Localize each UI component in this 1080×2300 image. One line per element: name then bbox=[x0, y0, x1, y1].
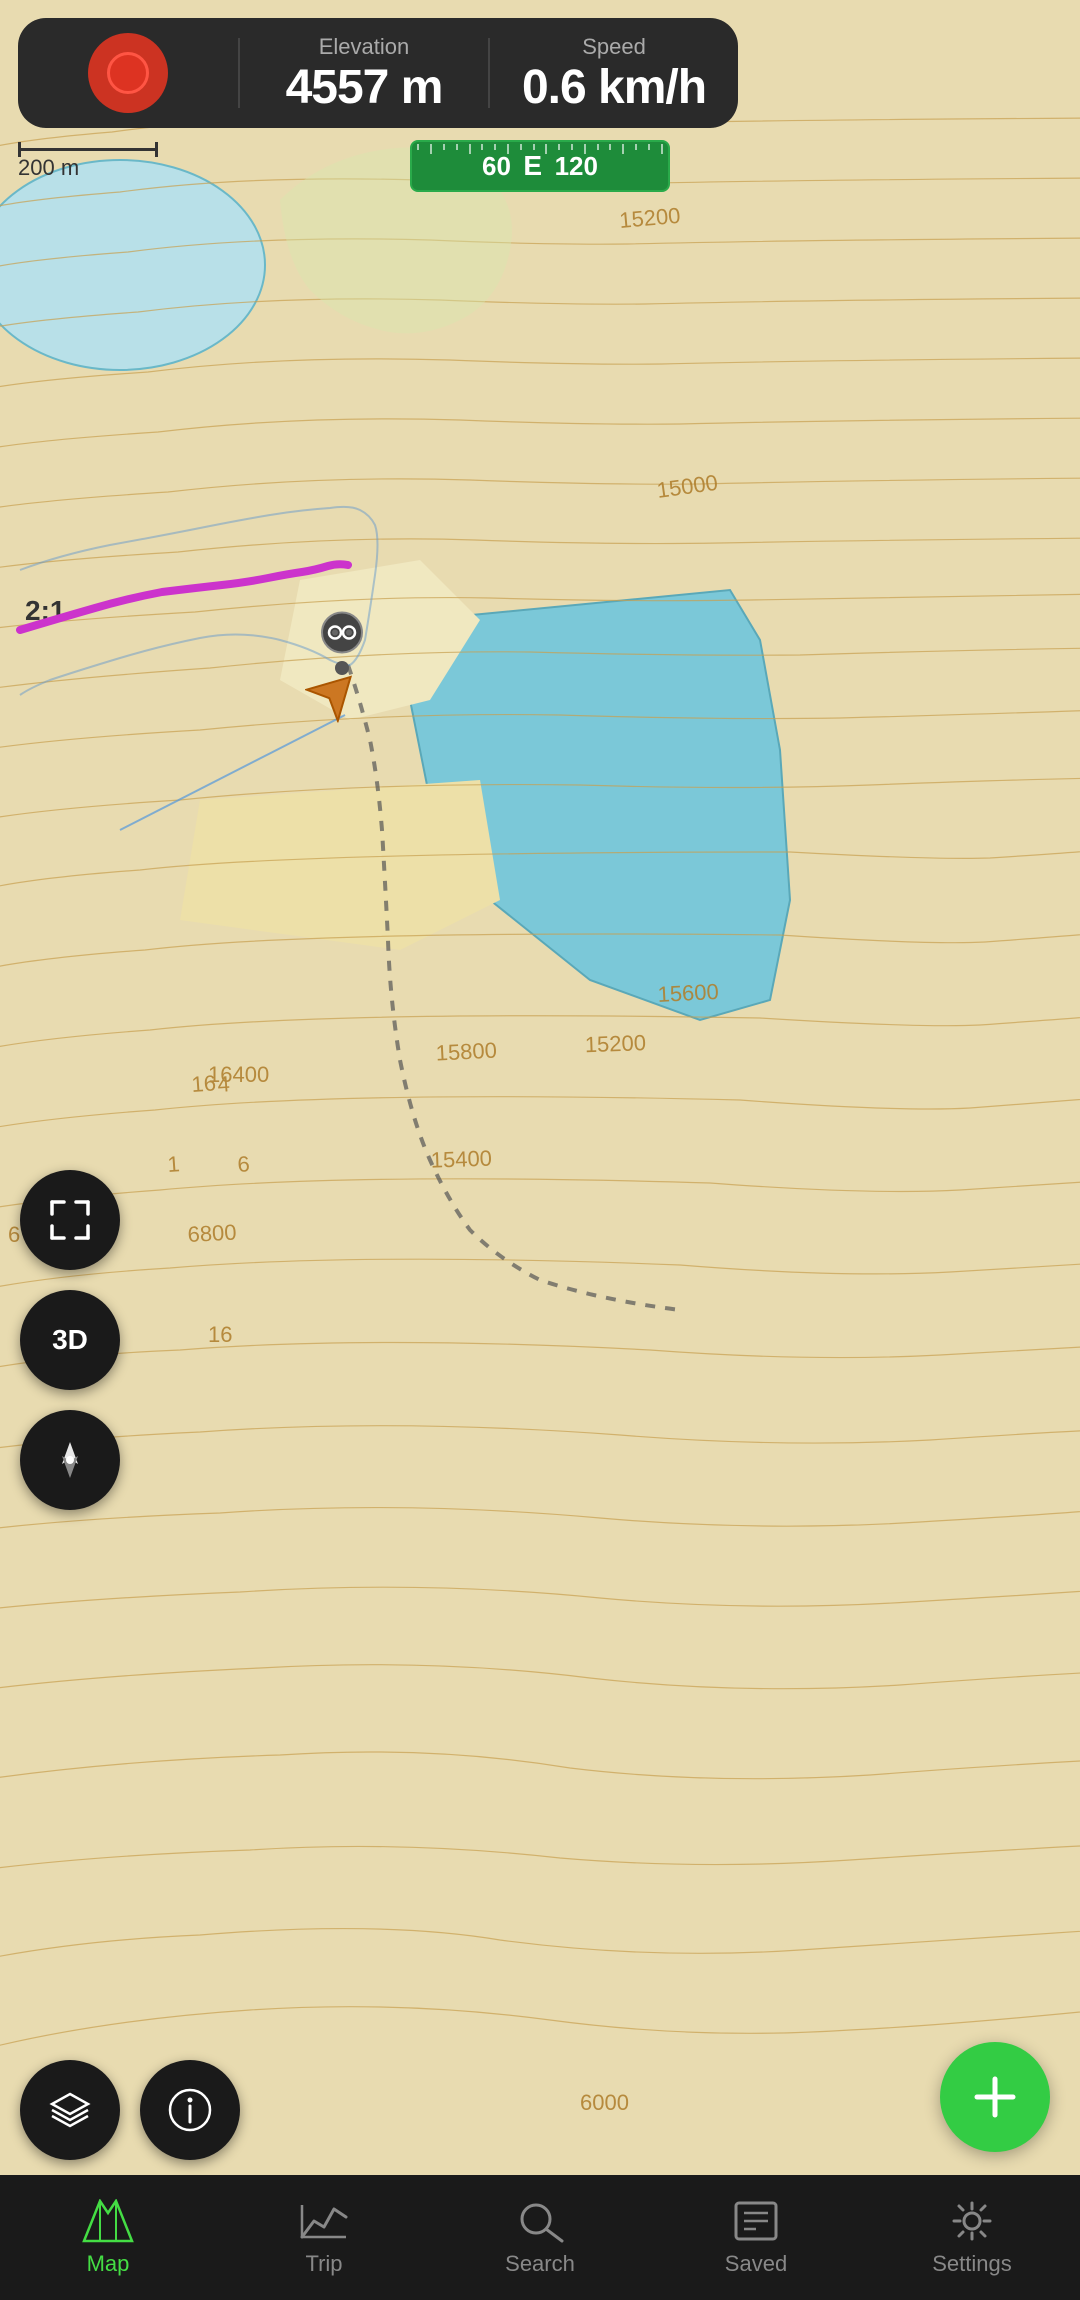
compass-button[interactable] bbox=[20, 1410, 120, 1510]
layers-button[interactable] bbox=[20, 2060, 120, 2160]
add-button[interactable] bbox=[940, 2042, 1050, 2152]
3d-button[interactable]: 3D bbox=[20, 1290, 120, 1390]
svg-text:6800: 6800 bbox=[187, 1219, 237, 1247]
scale-label: 200 m bbox=[18, 155, 79, 181]
nav-settings[interactable]: Settings bbox=[864, 2175, 1080, 2300]
record-button[interactable] bbox=[18, 33, 238, 113]
waypoint-marker bbox=[317, 608, 367, 663]
speed-block: Speed 0.6 km/h bbox=[490, 26, 738, 120]
compass-bar[interactable]: 60 E 120 bbox=[410, 140, 670, 192]
location-marker bbox=[305, 663, 365, 728]
svg-text:15200: 15200 bbox=[618, 203, 681, 233]
elevation-label: Elevation bbox=[319, 34, 410, 60]
svg-text:1: 1 bbox=[167, 1151, 181, 1177]
svg-text:6: 6 bbox=[237, 1151, 251, 1177]
nav-saved[interactable]: Saved bbox=[648, 2175, 864, 2300]
nav-trip[interactable]: Trip bbox=[216, 2175, 432, 2300]
trail-dot bbox=[335, 661, 349, 675]
svg-text:6000: 6000 bbox=[580, 2090, 629, 2115]
svg-text:15400: 15400 bbox=[430, 1146, 492, 1173]
svg-text:15200: 15200 bbox=[584, 1030, 646, 1057]
bottom-navigation: Map Trip Search Saved bbox=[0, 2175, 1080, 2300]
speed-value: 0.6 km/h bbox=[522, 64, 706, 112]
expand-button[interactable] bbox=[20, 1170, 120, 1270]
svg-text:15800: 15800 bbox=[435, 1037, 497, 1065]
nav-map[interactable]: Map bbox=[0, 2175, 216, 2300]
info-button[interactable] bbox=[140, 2060, 240, 2160]
svg-text:16: 16 bbox=[208, 1322, 232, 1347]
nav-search[interactable]: Search bbox=[432, 2175, 648, 2300]
map-area[interactable]: 15200 15000 15600 16 1 4 6 6800 16 16400… bbox=[0, 0, 1080, 2175]
svg-text:15600: 15600 bbox=[657, 979, 719, 1007]
stats-bar: Elevation 4557 m Speed 0.6 km/h bbox=[18, 18, 738, 128]
svg-text:16400: 16400 bbox=[208, 1062, 269, 1087]
elevation-value: 4557 m bbox=[286, 64, 443, 112]
speed-label: Speed bbox=[582, 34, 646, 60]
compass-reading: 60 E 120 bbox=[482, 150, 598, 182]
scale-bar: 200 m bbox=[18, 148, 158, 181]
elevation-block: Elevation 4557 m bbox=[240, 26, 488, 120]
svg-text:6: 6 bbox=[8, 1222, 20, 1247]
